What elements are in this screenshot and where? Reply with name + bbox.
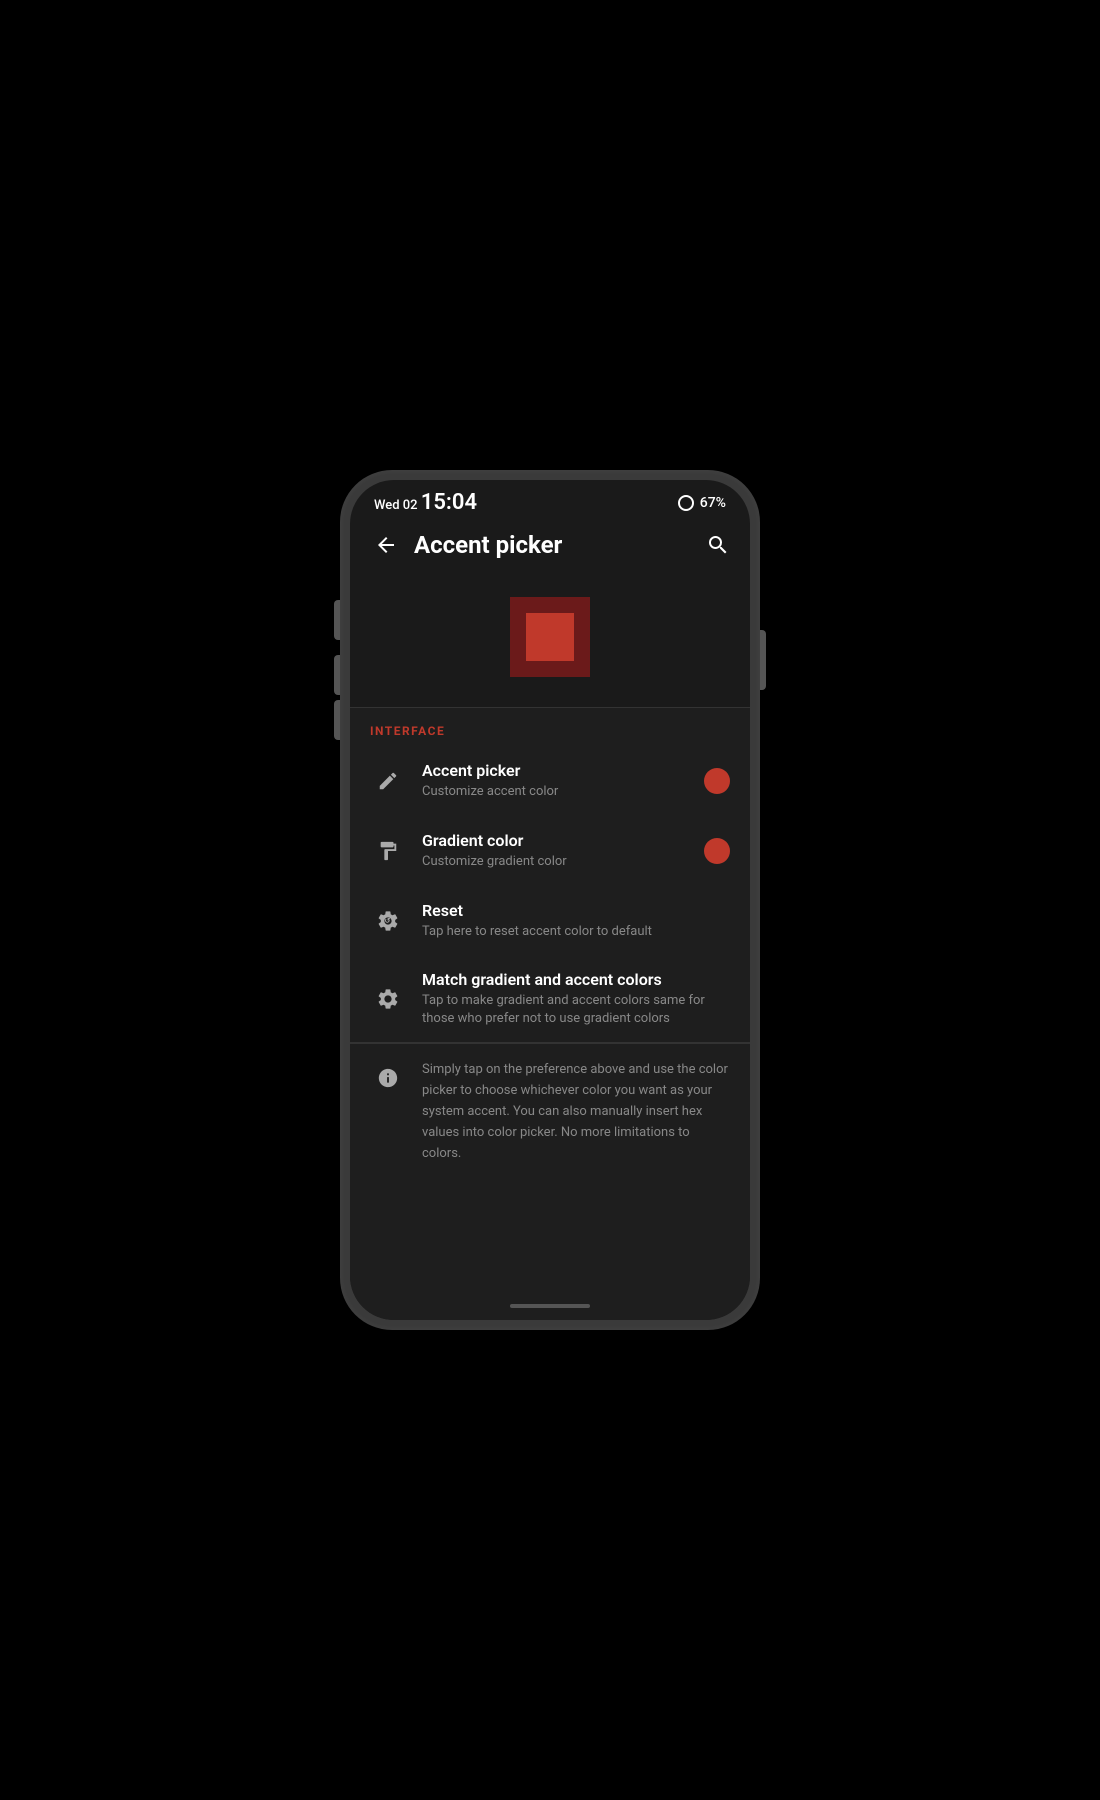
info-text: Simply tap on the preference above and u… xyxy=(422,1060,730,1164)
reset-icon: ↺ xyxy=(370,903,406,939)
gradient-color-title: Gradient color xyxy=(422,831,692,850)
info-icon xyxy=(370,1060,406,1096)
phone-screen: Wed 02 15:04 67% Accent picker xyxy=(350,480,750,1320)
accent-picker-subtitle: Customize accent color xyxy=(422,783,692,801)
gradient-color-toggle[interactable] xyxy=(704,838,730,864)
settings-item-reset[interactable]: ↺ Reset Tap here to reset accent color t… xyxy=(350,886,750,956)
settings-item-gradient-color[interactable]: Gradient color Customize gradient color xyxy=(350,816,750,886)
reset-content: Reset Tap here to reset accent color to … xyxy=(422,901,730,941)
color-swatch-outer xyxy=(510,597,590,677)
gradient-color-subtitle: Customize gradient color xyxy=(422,853,692,871)
settings-item-match-gradient[interactable]: Match gradient and accent colors Tap to … xyxy=(350,956,750,1042)
match-gradient-subtitle: Tap to make gradient and accent colors s… xyxy=(422,992,730,1028)
match-gradient-title: Match gradient and accent colors xyxy=(422,970,730,989)
status-time: Wed 02 15:04 xyxy=(374,490,477,515)
search-button[interactable] xyxy=(706,533,730,557)
back-button[interactable] xyxy=(370,529,402,561)
accent-picker-toggle[interactable] xyxy=(704,768,730,794)
home-bar xyxy=(510,1304,590,1308)
status-right: 67% xyxy=(678,495,726,511)
info-section: Simply tap on the preference above and u… xyxy=(350,1043,750,1180)
settings-list: INTERFACE Accent picker Customize accent… xyxy=(350,708,750,1292)
settings-item-accent-picker[interactable]: Accent picker Customize accent color xyxy=(350,746,750,816)
battery-percent: 67% xyxy=(700,495,726,511)
status-bar: Wed 02 15:04 67% xyxy=(350,480,750,521)
battery-icon xyxy=(678,495,694,511)
phone-frame: Wed 02 15:04 67% Accent picker xyxy=(340,470,760,1330)
color-swatch-inner xyxy=(526,613,574,661)
color-preview xyxy=(350,577,750,707)
accent-picker-content: Accent picker Customize accent color xyxy=(422,761,692,801)
paint-roller-icon xyxy=(370,833,406,869)
pencil-icon xyxy=(370,763,406,799)
match-gradient-icon xyxy=(370,981,406,1017)
section-header: INTERFACE xyxy=(350,708,750,746)
reset-subtitle: Tap here to reset accent color to defaul… xyxy=(422,923,730,941)
svg-text:↺: ↺ xyxy=(385,917,391,925)
page-title: Accent picker xyxy=(414,531,706,559)
reset-title: Reset xyxy=(422,901,730,920)
home-indicator xyxy=(350,1292,750,1320)
match-gradient-content: Match gradient and accent colors Tap to … xyxy=(422,970,730,1028)
gradient-color-content: Gradient color Customize gradient color xyxy=(422,831,692,871)
accent-picker-title: Accent picker xyxy=(422,761,692,780)
top-bar: Accent picker xyxy=(350,521,750,577)
